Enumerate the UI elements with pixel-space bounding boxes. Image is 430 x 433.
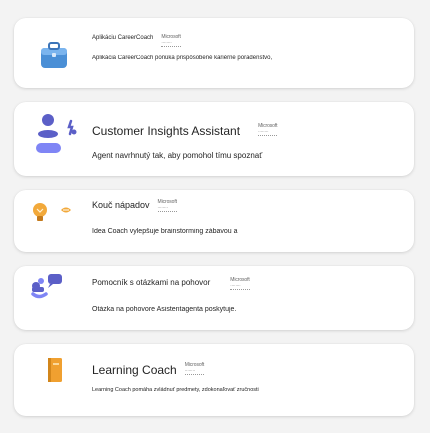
microsoft-logo: Microsoft........ <box>184 362 205 375</box>
briefcase-icon <box>28 30 80 78</box>
people-insights-icon <box>28 112 80 160</box>
card-title: Pomocník s otázkami na pohovor <box>92 278 211 287</box>
agent-card-idea-coach[interactable]: Kouč nápadov Microsoft........ Idea Coac… <box>14 190 414 252</box>
card-title: Learning Coach <box>92 363 177 377</box>
agent-card-interview-helper[interactable]: Pomocník s otázkami na pohovor Microsoft… <box>14 266 414 330</box>
microsoft-logo: Microsoft........ <box>157 199 177 212</box>
card-description: Otázka na pohovore Asistentagenta poskyt… <box>92 306 237 313</box>
microsoft-logo: Microsoft........ <box>230 277 250 290</box>
lightbulb-icon <box>28 196 80 244</box>
book-icon <box>28 352 80 400</box>
card-title-row: Aplikáciu CareerCoach Microsoft........ <box>92 35 181 47</box>
microsoft-logo: Microsoft........ <box>258 123 278 136</box>
agent-card-careercoach[interactable]: Aplikáciu CareerCoach Microsoft........ … <box>14 18 414 88</box>
card-title: Aplikáciu CareerCoach <box>92 35 154 41</box>
chat-interview-icon <box>28 272 80 320</box>
agent-card-learning-coach[interactable]: Learning Coach Microsoft........ Learnin… <box>14 344 414 416</box>
card-description: Aplikácia CareerCoach ponúka prispôsoben… <box>92 55 273 61</box>
card-description: Learning Coach pomáha zvládnuť predmety,… <box>92 387 259 393</box>
card-title-row: Pomocník s otázkami na pohovor Microsoft… <box>92 278 250 290</box>
agent-card-customer-insights[interactable]: Customer Insights Assistant Microsoft...… <box>14 102 414 176</box>
card-title-row: Kouč nápadov Microsoft........ <box>92 200 177 212</box>
card-description: Agent navrhnutý tak, aby pomohol tímu sp… <box>92 151 263 160</box>
card-title: Customer Insights Assistant <box>92 124 241 138</box>
microsoft-logo: Microsoft........ <box>161 34 181 47</box>
card-title: Kouč nápadov <box>92 200 150 210</box>
card-description: Idea Coach vylepšuje brainstorming zábav… <box>92 228 238 235</box>
card-title-row: Customer Insights Assistant Microsoft...… <box>92 123 278 139</box>
card-title-row: Learning Coach Microsoft........ <box>92 362 205 378</box>
